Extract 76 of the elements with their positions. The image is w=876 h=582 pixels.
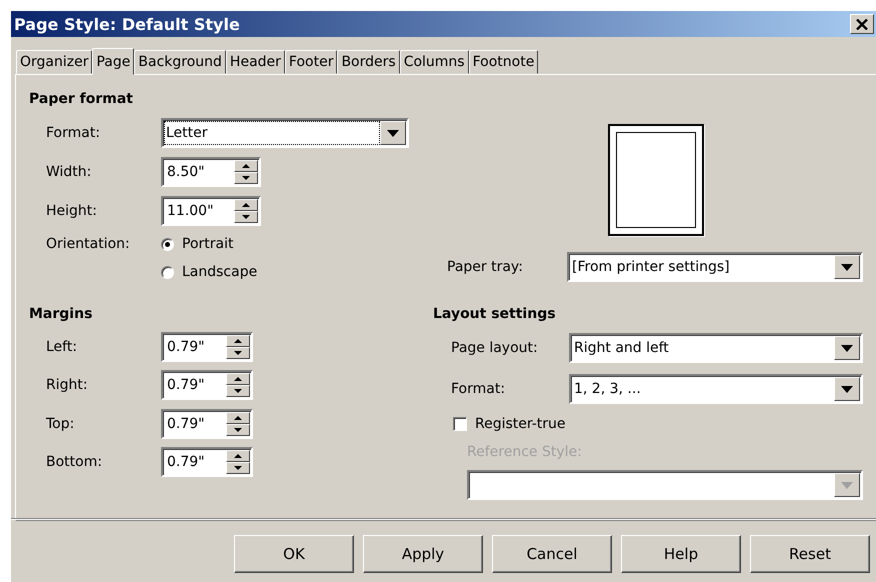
spin-up-button[interactable] (234, 199, 258, 211)
spin-down-button[interactable] (234, 172, 258, 184)
spin-field[interactable]: 0.79" (161, 447, 253, 477)
field-label: Page layout: (450, 340, 539, 356)
checkbox[interactable]: Register-true (453, 416, 566, 432)
window-title: Page Style: Default Style (14, 14, 240, 34)
caret-up-icon (242, 164, 250, 168)
caret-up-icon (234, 377, 242, 381)
spin-field[interactable]: 11.00" (161, 196, 261, 226)
dropdown[interactable]: [From printer settings] (567, 252, 863, 282)
caret-down-icon (234, 351, 242, 355)
caret-up-icon (234, 416, 242, 420)
spin-down-button[interactable] (226, 462, 250, 474)
section-heading: Paper format (29, 90, 134, 108)
tab[interactable]: Organizer (16, 50, 92, 74)
dialog-button[interactable]: Help (621, 535, 741, 573)
dropdown-arrow-icon (841, 344, 853, 352)
tab[interactable]: Columns (400, 50, 469, 74)
tab[interactable]: Page (92, 48, 134, 75)
spin-up-button[interactable] (226, 450, 250, 462)
spin-field[interactable]: 0.79" (161, 370, 253, 400)
field-label: Top: (45, 416, 76, 432)
spin-up-button[interactable] (226, 373, 250, 385)
dropdown-arrow-icon (841, 264, 853, 270)
radio-circle[interactable] (161, 238, 174, 250)
field-label: Orientation: (45, 236, 131, 252)
close-button[interactable] (850, 14, 874, 34)
caret-up-icon (234, 339, 242, 343)
tab[interactable]: Background (134, 50, 226, 74)
tab[interactable]: Header (226, 50, 285, 74)
field-label: Right: (45, 377, 89, 393)
spin-down-button[interactable] (226, 385, 250, 397)
spin-field[interactable]: 0.79" (161, 409, 253, 439)
caret-down-icon (234, 428, 242, 432)
spin-up-button[interactable] (234, 160, 258, 172)
radio-button[interactable]: Landscape (161, 264, 258, 280)
section-heading: Margins (29, 305, 94, 323)
field-label: Height: (45, 203, 98, 219)
dropdown[interactable] (467, 470, 863, 500)
spin-field[interactable]: 0.79" (161, 332, 253, 362)
field-label: Paper tray: (446, 259, 524, 275)
checkbox-box[interactable] (453, 417, 467, 431)
spin-up-button[interactable] (226, 335, 250, 347)
spin-down-button[interactable] (226, 347, 250, 359)
dropdown-arrow-icon (841, 386, 853, 392)
tab[interactable]: Footnote (468, 50, 538, 74)
caret-down-icon (242, 215, 250, 219)
caret-down-icon (242, 176, 250, 180)
close-icon (856, 18, 868, 30)
caret-up-icon (242, 203, 250, 207)
field-label: Format: (45, 125, 102, 141)
dialog-button[interactable]: Reset (750, 535, 870, 573)
radio-button[interactable]: Portrait (161, 236, 234, 252)
dialog-button[interactable]: OK (234, 535, 354, 573)
dropdown[interactable]: Right and left (569, 333, 863, 363)
radio-circle[interactable] (161, 266, 174, 278)
section-heading: Layout settings (433, 305, 557, 323)
spin-down-button[interactable] (234, 211, 258, 223)
dialog-button[interactable]: Apply (363, 535, 483, 573)
tab[interactable]: Footer (284, 50, 338, 74)
caret-down-icon (234, 389, 242, 393)
dropdown-arrow-icon (387, 130, 399, 136)
dropdown-arrow-icon (841, 482, 853, 488)
caret-down-icon (234, 466, 242, 470)
field-label: Bottom: (45, 454, 104, 470)
spin-up-button[interactable] (226, 412, 250, 424)
field-label: Left: (45, 339, 78, 355)
spin-field[interactable]: 8.50" (161, 157, 261, 187)
caret-up-icon (234, 454, 242, 458)
field-label: Width: (45, 164, 92, 180)
spin-down-button[interactable] (226, 424, 250, 436)
dropdown[interactable]: 1, 2, 3, ... (569, 374, 863, 404)
field-label: Format: (450, 381, 506, 397)
dialog-button[interactable]: Cancel (492, 535, 612, 573)
tab[interactable]: Borders (337, 50, 400, 74)
dropdown[interactable]: Letter (161, 118, 409, 148)
